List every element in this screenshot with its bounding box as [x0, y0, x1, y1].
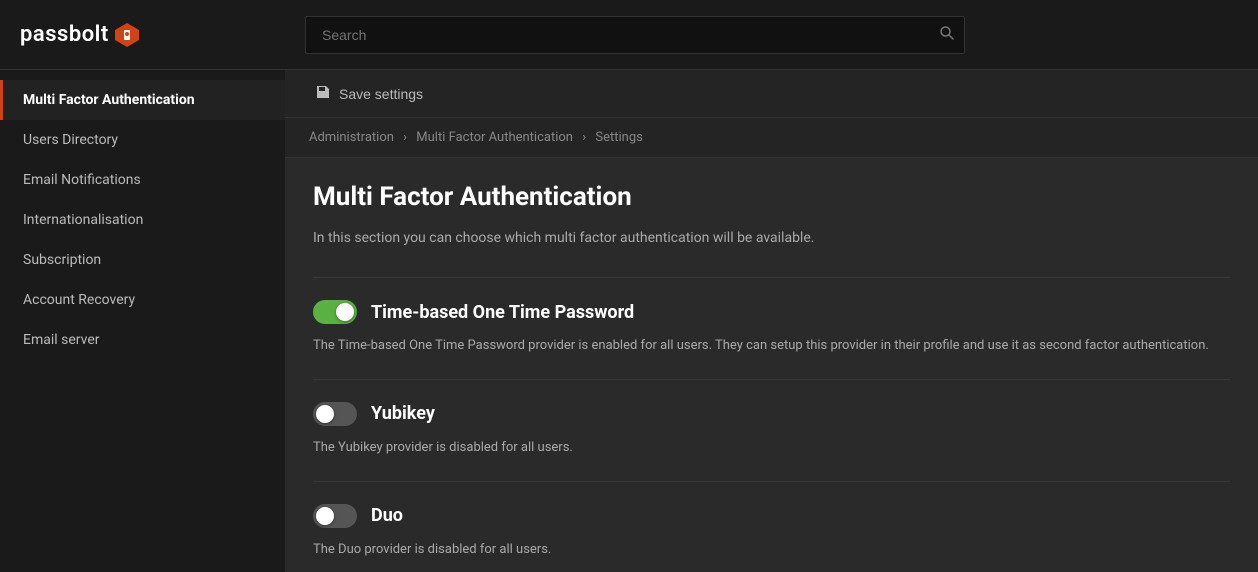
sidebar-item-email-notifications[interactable]: Email Notifications	[0, 160, 285, 200]
breadcrumb-settings: Settings	[595, 130, 642, 145]
provider-totp: Time-based One Time Password The Time-ba…	[313, 277, 1230, 379]
provider-duo: Duo The Duo provider is disabled for all…	[313, 481, 1230, 572]
totp-toggle[interactable]	[313, 300, 357, 324]
duo-toggle-track[interactable]	[313, 504, 357, 528]
sidebar-item-internationalisation[interactable]: Internationalisation	[0, 200, 285, 240]
yubikey-title: Yubikey	[371, 403, 435, 424]
sidebar-item-email-notifications-label: Email Notifications	[23, 172, 141, 188]
main-layout: Multi Factor Authentication Users Direct…	[0, 70, 1258, 572]
save-settings-button[interactable]: Save settings	[305, 78, 433, 109]
duo-toggle-thumb	[316, 507, 334, 525]
header: passbolt	[0, 0, 1258, 70]
page-description: In this section you can choose which mul…	[313, 228, 1230, 249]
yubikey-toggle-track[interactable]	[313, 402, 357, 426]
search-icon	[939, 25, 955, 45]
duo-toggle[interactable]	[313, 504, 357, 528]
sidebar-item-users-directory[interactable]: Users Directory	[0, 120, 285, 160]
sidebar-item-users-directory-label: Users Directory	[23, 132, 118, 148]
logo-text: passbolt	[20, 22, 109, 47]
sidebar-item-mfa-label: Multi Factor Authentication	[23, 92, 195, 108]
provider-yubikey: Yubikey The Yubikey provider is disabled…	[313, 379, 1230, 481]
breadcrumb-mfa: Multi Factor Authentication	[416, 130, 573, 145]
provider-yubikey-header: Yubikey	[313, 402, 1230, 426]
sidebar-item-subscription-label: Subscription	[23, 252, 101, 268]
save-icon	[315, 84, 331, 103]
yubikey-toggle[interactable]	[313, 402, 357, 426]
search-area	[305, 16, 965, 54]
duo-description: The Duo provider is disabled for all use…	[313, 540, 1230, 561]
content-area: Save settings Administration › Multi Fac…	[285, 70, 1258, 572]
sidebar-item-email-server[interactable]: Email server	[0, 320, 285, 360]
toolbar: Save settings	[285, 70, 1258, 118]
duo-title: Duo	[371, 505, 403, 526]
totp-toggle-thumb	[336, 303, 354, 321]
sidebar-item-subscription[interactable]: Subscription	[0, 240, 285, 280]
sidebar-item-account-recovery[interactable]: Account Recovery	[0, 280, 285, 320]
totp-description: The Time-based One Time Password provide…	[313, 336, 1230, 357]
sidebar-item-internationalisation-label: Internationalisation	[23, 212, 143, 228]
sidebar-item-account-recovery-label: Account Recovery	[23, 292, 135, 308]
logo-area: passbolt	[20, 21, 305, 49]
breadcrumb-sep-2: ›	[582, 130, 586, 145]
provider-duo-header: Duo	[313, 504, 1230, 528]
breadcrumb: Administration › Multi Factor Authentica…	[285, 118, 1258, 158]
breadcrumb-admin: Administration	[309, 130, 394, 145]
search-input[interactable]	[305, 16, 965, 54]
sidebar: Multi Factor Authentication Users Direct…	[0, 70, 285, 572]
content-body: Multi Factor Authentication In this sect…	[285, 158, 1258, 572]
totp-title: Time-based One Time Password	[371, 302, 634, 323]
yubikey-description: The Yubikey provider is disabled for all…	[313, 438, 1230, 459]
sidebar-item-email-server-label: Email server	[23, 332, 100, 348]
logo-icon	[113, 21, 141, 49]
page-title: Multi Factor Authentication	[313, 182, 1230, 212]
breadcrumb-sep-1: ›	[403, 130, 407, 145]
provider-totp-header: Time-based One Time Password	[313, 300, 1230, 324]
save-settings-label: Save settings	[339, 86, 423, 102]
sidebar-item-mfa[interactable]: Multi Factor Authentication	[0, 80, 285, 120]
totp-toggle-track[interactable]	[313, 300, 357, 324]
yubikey-toggle-thumb	[316, 405, 334, 423]
